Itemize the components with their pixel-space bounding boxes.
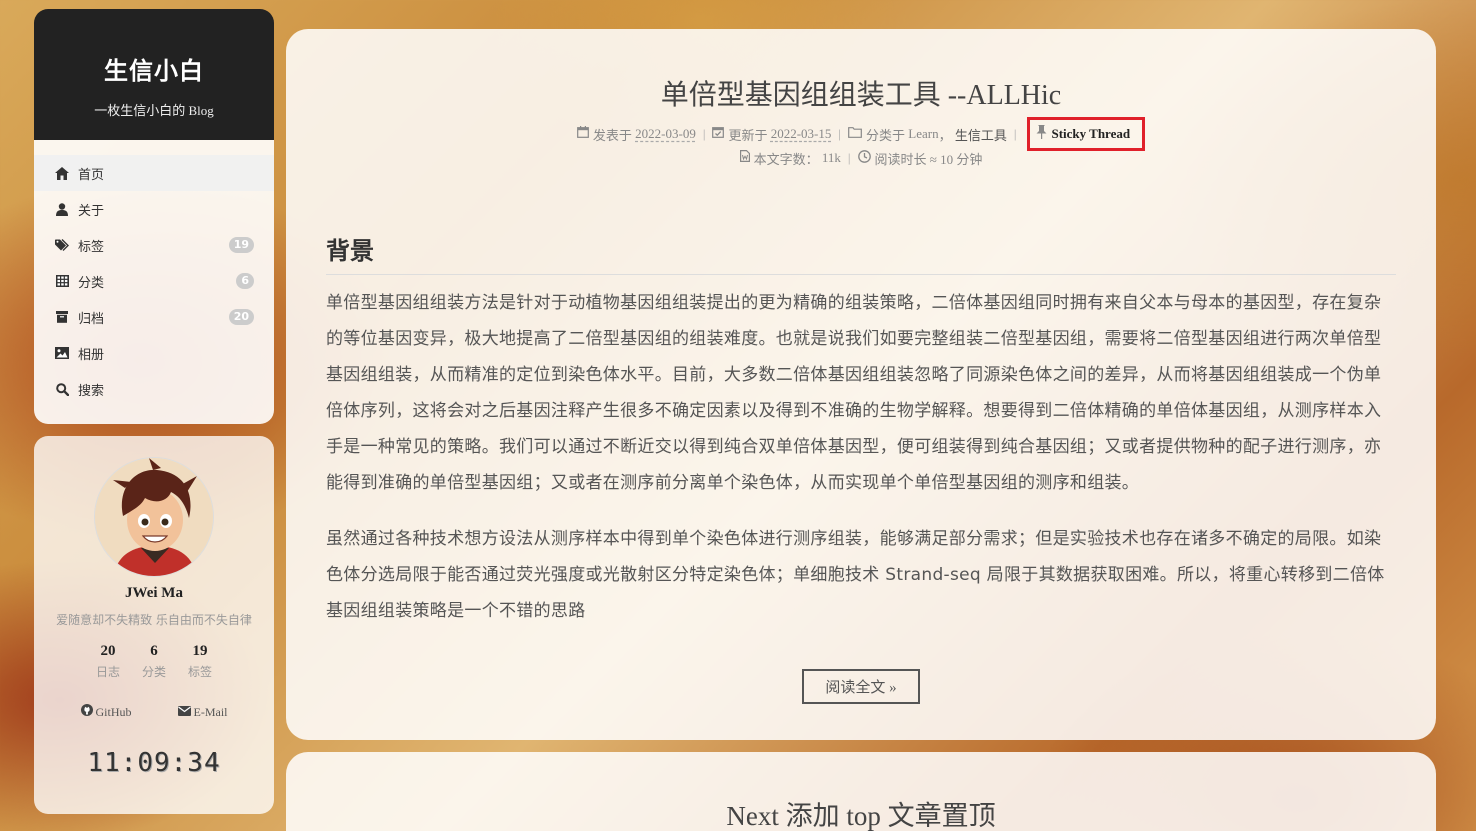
stat-tags[interactable]: 19 标签: [188, 643, 212, 680]
category-label: 分类于: [866, 127, 906, 143]
grid-icon: [54, 273, 70, 289]
wordcount-value: 11k: [821, 150, 841, 165]
social-links: GitHub E-Mail: [34, 704, 274, 720]
menu-label: 标签: [78, 239, 105, 255]
stat-count: 19: [192, 643, 208, 659]
site-brand: 生信小白 一枚生信小白的 Blog: [34, 9, 274, 140]
section-heading: 背景: [326, 231, 1396, 275]
post-title[interactable]: 单倍型基因组组装工具 --ALLHic: [326, 73, 1396, 113]
menu-badge: 19: [228, 237, 254, 253]
folder-icon: [848, 126, 862, 142]
search-icon: [54, 381, 70, 397]
posted-label: 发表于: [592, 127, 632, 143]
menu-item-categories[interactable]: 分类 6: [34, 263, 274, 299]
image-icon: [54, 345, 70, 361]
stat-label: 标签: [188, 665, 213, 679]
clock-display: 11:09:34: [87, 748, 221, 778]
menu-label: 搜索: [78, 383, 105, 399]
next-post-card: Next 添加 top 文章置顶: [286, 752, 1436, 831]
menu-item-gallery[interactable]: 相册: [34, 335, 274, 371]
wordcount-label: 本文字数：: [753, 151, 819, 167]
sidebar-menu: 首页 关于 标签 19 分类 6 归档 20 相册 搜索: [34, 140, 274, 424]
menu-label: 分类: [78, 275, 105, 291]
home-icon: [54, 165, 70, 181]
post-meta: 发表于 2022-03-09 | 更新于 2022-03-15 | 分类于 Le…: [326, 117, 1396, 169]
paragraph: 单倍型基因组组装方法是针对于动植物基因组组装提出的更为精确的组装策略，二倍体基因…: [326, 293, 1382, 493]
menu-item-home[interactable]: 首页: [34, 155, 274, 191]
avatar: [94, 457, 214, 577]
github-icon: [80, 704, 93, 720]
clock-icon: [857, 149, 871, 167]
sticky-thread-badge: Sticky Thread: [1027, 117, 1146, 151]
post-card: 单倍型基因组组装工具 --ALLHic 发表于 2022-03-09 | 更新于…: [286, 29, 1436, 740]
paragraph: 虽然通过各种技术想方设法从测序样本中得到单个染色体进行测序组装，能够满足部分需求…: [326, 529, 1385, 621]
posted-date: 2022-03-09: [635, 126, 696, 141]
meta-divider: |: [702, 126, 706, 141]
stat-count: 20: [100, 643, 116, 659]
stat-count: 6: [150, 643, 158, 659]
post-excerpt: 单倍型基因组组装方法是针对于动植物基因组组装提出的更为精确的组装策略，二倍体基因…: [326, 285, 1396, 629]
github-label: GitHub: [95, 704, 132, 719]
sticky-label: Sticky Thread: [1051, 126, 1131, 141]
pin-icon: [1036, 125, 1047, 143]
category-link-tools[interactable]: 生信工具: [955, 125, 1007, 144]
menu-item-archives[interactable]: 归档 20: [34, 299, 274, 335]
readtime-label: 阅读时长 ≈: [874, 151, 937, 167]
author-motto: 爱随意却不失精致 乐自由而不失自律: [56, 613, 252, 627]
tags-icon: [54, 237, 70, 253]
stat-label: 分类: [141, 665, 166, 679]
site-stats: 20 日志 6 分类 19 标签: [34, 643, 274, 680]
post-meta-line-1: 发表于 2022-03-09 | 更新于 2022-03-15 | 分类于 Le…: [326, 117, 1396, 151]
meta-divider: |: [1013, 126, 1017, 141]
site-title[interactable]: 生信小白: [34, 51, 274, 86]
meta-divider: |: [847, 150, 851, 165]
readtime-value: 10 分钟: [940, 151, 983, 167]
menu-item-about[interactable]: 关于: [34, 191, 274, 227]
site-subtitle: 一枚生信小白的 Blog: [94, 103, 214, 118]
author-name: JWei Ma: [125, 585, 183, 601]
envelope-icon: [177, 705, 191, 720]
github-link[interactable]: GitHub: [80, 704, 132, 720]
author-card: JWei Ma 爱随意却不失精致 乐自由而不失自律 20 日志 6 分类 19 …: [34, 436, 274, 814]
email-link[interactable]: E-Mail: [177, 704, 228, 720]
menu-label: 相册: [78, 347, 105, 363]
updated-date: 2022-03-15: [770, 126, 832, 141]
stat-label: 日志: [95, 665, 120, 679]
archive-icon: [54, 309, 70, 325]
next-post-title[interactable]: Next 添加 top 文章置顶: [286, 794, 1436, 831]
updated-label: 更新于: [728, 127, 768, 143]
stat-posts[interactable]: 20 日志: [96, 643, 120, 680]
menu-item-tags[interactable]: 标签 19: [34, 227, 274, 263]
menu-badge: 6: [236, 273, 254, 289]
meta-divider: |: [838, 126, 841, 141]
category-link-learn[interactable]: Learn: [908, 126, 938, 142]
category-separator: ，: [938, 127, 952, 143]
calendar-icon: [577, 126, 589, 142]
post-meta-line-2: 本文字数： 11k | 阅读时长 ≈ 10 分钟: [326, 147, 1396, 169]
menu-item-search[interactable]: 搜索: [34, 371, 274, 407]
user-icon: [54, 201, 70, 217]
menu-label: 归档: [78, 311, 105, 327]
menu-badge: 20: [228, 309, 254, 325]
email-label: E-Mail: [193, 704, 228, 719]
menu-label: 关于: [78, 203, 105, 219]
stat-categories[interactable]: 6 分类: [142, 643, 166, 680]
menu-label: 首页: [78, 167, 105, 183]
calendar-check-icon: [712, 126, 725, 142]
read-more-button[interactable]: 阅读全文 »: [802, 669, 920, 704]
file-word-icon: [739, 150, 750, 166]
